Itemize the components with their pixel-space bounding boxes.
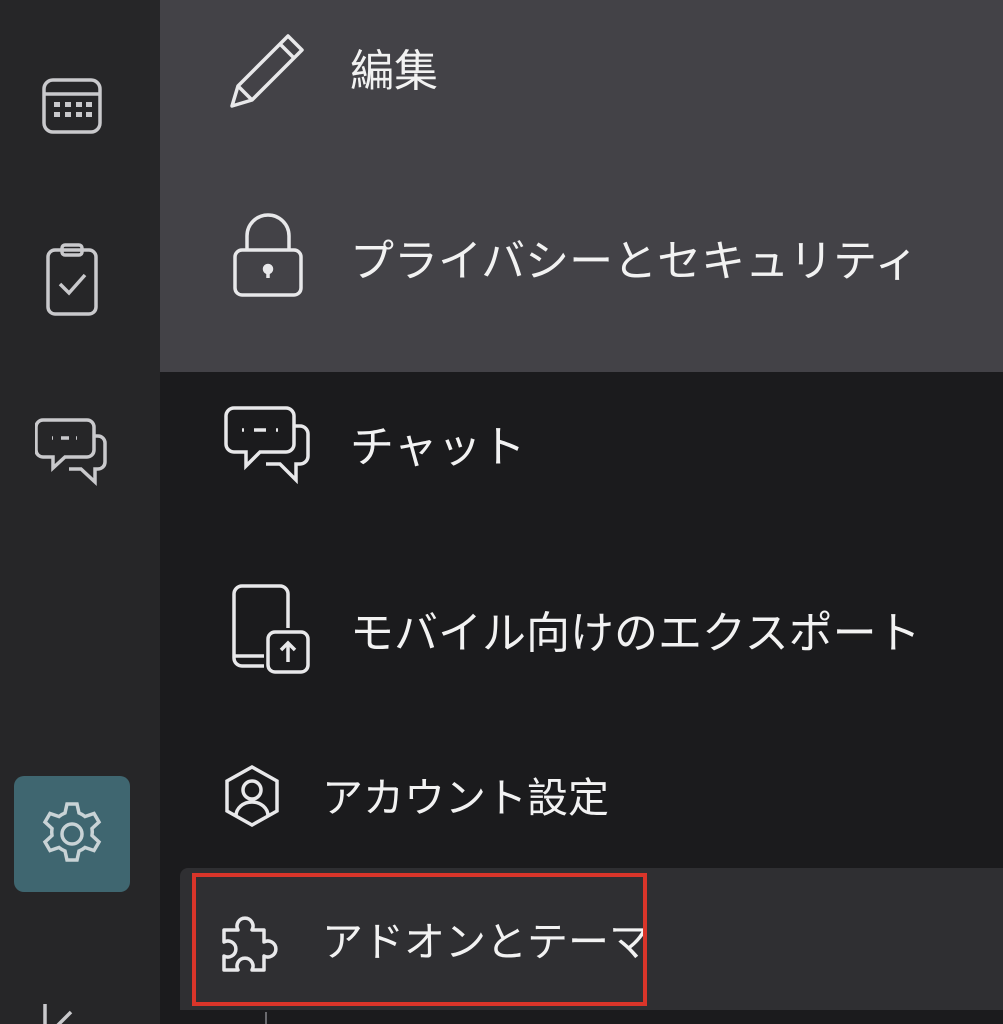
calendar-icon xyxy=(40,72,104,136)
bottom-divider xyxy=(265,1012,267,1024)
chat-icon xyxy=(35,416,109,488)
lock-icon xyxy=(232,212,304,298)
menu-item-mobile-export[interactable]: モバイル向けのエクスポート xyxy=(160,570,1003,690)
menu-label-chat: チャット xyxy=(350,422,526,473)
highlight-box xyxy=(192,873,647,1006)
menu-item-privacy[interactable]: プライバシーとセキュリティ xyxy=(160,180,1003,340)
settings-window: 編集 プライバシーとセキュリティ チャット モバイル向けのエクスポート アカウン… xyxy=(0,0,1003,1024)
chat-bubbles-icon xyxy=(224,404,312,484)
menu-label-privacy: プライバシーとセキュリティ xyxy=(350,236,919,287)
left-rail xyxy=(0,0,160,1024)
collapse-icon xyxy=(39,984,105,1024)
account-icon xyxy=(222,764,282,828)
rail-settings-button[interactable] xyxy=(14,776,130,892)
settings-gear-icon xyxy=(39,801,105,867)
menu-item-edit[interactable]: 編集 xyxy=(160,0,1003,150)
tasks-icon xyxy=(42,242,102,318)
menu-label-account: アカウント設定 xyxy=(322,774,609,822)
bottom-strip xyxy=(160,1010,1003,1024)
menu-label-mobile-export: モバイル向けのエクスポート xyxy=(350,608,921,659)
rail-chat-button[interactable] xyxy=(14,394,130,510)
pencil-icon xyxy=(226,30,308,112)
rail-tasks-button[interactable] xyxy=(14,222,130,338)
rail-calendar-button[interactable] xyxy=(14,46,130,162)
mobile-export-icon xyxy=(230,582,314,678)
rail-collapse-button[interactable] xyxy=(14,956,130,1024)
menu-item-account[interactable]: アカウント設定 xyxy=(160,740,1003,850)
menu-item-chat[interactable]: チャット xyxy=(160,390,1003,510)
menu-label-edit: 編集 xyxy=(350,46,438,97)
settings-panel: 編集 プライバシーとセキュリティ チャット モバイル向けのエクスポート アカウン… xyxy=(160,0,1003,1024)
